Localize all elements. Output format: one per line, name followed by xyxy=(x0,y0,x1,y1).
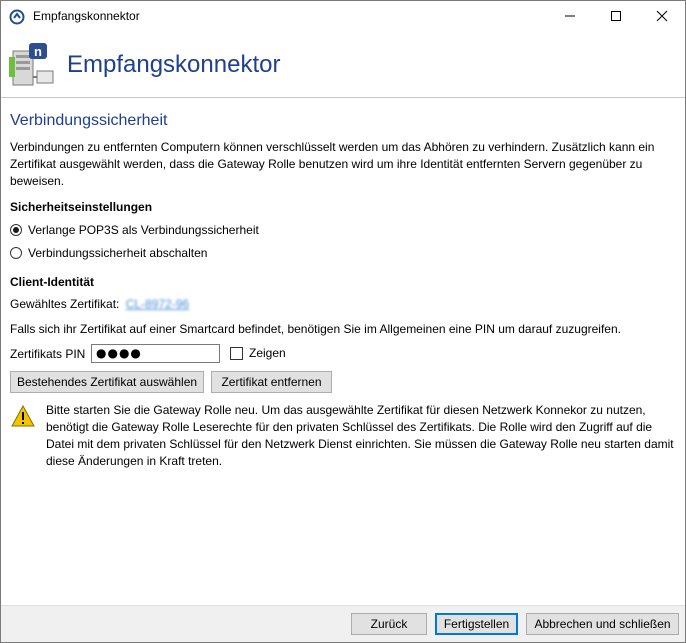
show-pin-label: Zeigen xyxy=(249,346,286,360)
remove-certificate-button[interactable]: Zertifikat entfernen xyxy=(211,371,332,393)
client-identity-heading: Client-Identität xyxy=(10,275,94,289)
wizard-footer: Zurück Fertigstellen Abbrechen und schli… xyxy=(1,605,685,642)
smartcard-note: Falls sich ihr Zertifikat auf einer Smar… xyxy=(10,322,621,336)
svg-text:n: n xyxy=(34,44,42,59)
close-icon xyxy=(656,10,668,22)
show-pin-checkbox-row[interactable]: Zeigen xyxy=(230,346,286,360)
warning-icon xyxy=(11,405,35,427)
selected-certificate-link[interactable]: CL-8972-96 xyxy=(126,297,189,311)
show-pin-checkbox[interactable] xyxy=(230,346,243,360)
close-button[interactable] xyxy=(639,1,685,31)
cancel-close-button[interactable]: Abbrechen und schließen xyxy=(526,613,679,635)
radio-button-checked[interactable] xyxy=(10,224,22,236)
title-bar: Empfangskonnektor xyxy=(1,1,685,31)
finish-button[interactable]: Fertigstellen xyxy=(435,613,518,635)
header-divider xyxy=(1,97,685,98)
section-title: Verbindungssicherheit xyxy=(10,112,168,129)
server-network-icon: n xyxy=(9,43,54,86)
security-settings-heading: Sicherheitseinstellungen xyxy=(10,200,153,214)
radio-button-unchecked[interactable] xyxy=(10,247,22,259)
pin-label: Zertifikats PIN xyxy=(10,347,86,361)
maximize-button[interactable] xyxy=(593,1,639,31)
header-title: Empfangskonnektor xyxy=(67,51,281,78)
radio-disable-security[interactable]: Verbindungssicherheit abschalten xyxy=(10,246,207,260)
section-description: Verbindungen zu entfernten Computern kön… xyxy=(10,140,655,188)
selected-certificate-label: Gewähltes Zertifikat: xyxy=(10,297,120,311)
radio-label: Verbindungssicherheit abschalten xyxy=(28,246,208,260)
wizard-header: n Empfangskonnektor xyxy=(1,31,685,97)
select-certificate-button[interactable]: Bestehendes Zertifikat auswählen xyxy=(10,371,204,393)
radio-require-pop3s[interactable]: Verlange POP3S als Verbindungssicherheit xyxy=(10,223,259,237)
app-icon xyxy=(9,9,25,25)
warning-text: Bitte starten Sie die Gateway Rolle neu.… xyxy=(46,403,674,468)
selected-certificate-row: Gewähltes Zertifikat: CL-8972-96 xyxy=(10,297,189,311)
dialog-window: Empfangskonnektor n Empfangskonnektor Ve… xyxy=(0,0,686,643)
window-title: Empfangskonnektor xyxy=(33,9,140,23)
radio-label: Verlange POP3S als Verbindungssicherheit xyxy=(28,223,259,237)
minimize-icon xyxy=(565,15,575,17)
back-button[interactable]: Zurück xyxy=(351,613,427,635)
pin-input[interactable]: ●●●● xyxy=(91,344,220,363)
minimize-button[interactable] xyxy=(547,1,593,31)
maximize-icon xyxy=(611,11,621,21)
